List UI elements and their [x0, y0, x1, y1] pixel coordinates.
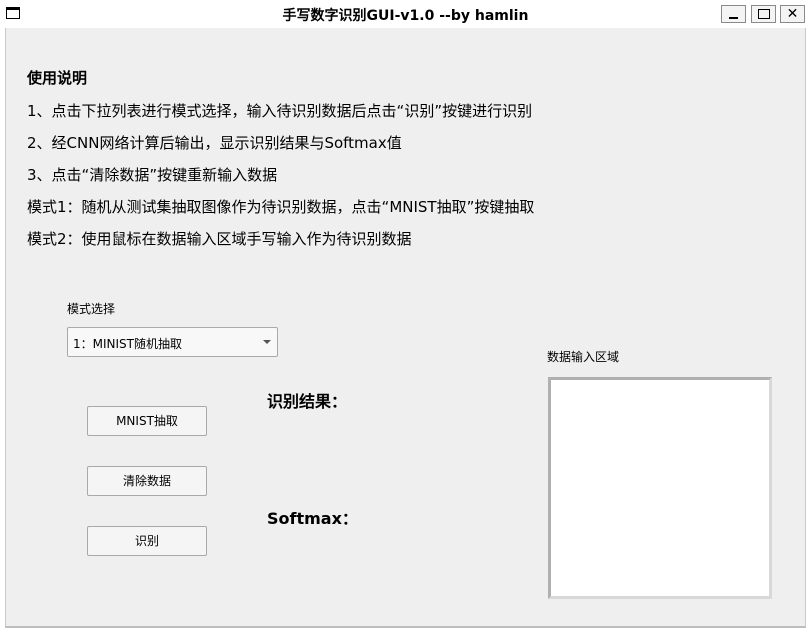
result-label: 识别结果：: [267, 392, 348, 411]
clear-data-button[interactable]: 清除数据: [87, 466, 207, 496]
mode-2-description: 模式2：使用鼠标在数据输入区域手写输入作为待识别数据: [27, 230, 412, 248]
window-title: 手写数字识别GUI-v1.0 --by hamlin: [282, 8, 529, 24]
chevron-down-icon: [263, 340, 271, 344]
recognize-button[interactable]: 识别: [87, 526, 207, 556]
minimize-button[interactable]: [721, 5, 746, 23]
mode-select-label: 模式选择: [67, 302, 116, 316]
instruction-line-1: 1、点击下拉列表进行模式选择，输入待识别数据后点击“识别”按键进行识别: [27, 102, 533, 120]
handwriting-input-canvas[interactable]: [548, 377, 772, 599]
title-bar: 手写数字识别GUI-v1.0 --by hamlin ✕: [0, 0, 811, 28]
instruction-line-2: 2、经CNN网络计算后输出，显示识别结果与Softmax值: [27, 134, 402, 152]
mode-dropdown[interactable]: 1：MINIST随机抽取: [67, 327, 278, 357]
instruction-line-3: 3、点击“清除数据”按键重新输入数据: [27, 166, 278, 184]
minimize-icon: [729, 17, 738, 19]
close-icon: ✕: [786, 6, 799, 22]
close-button[interactable]: ✕: [780, 5, 805, 23]
input-area-label: 数据输入区域: [547, 350, 620, 364]
main-panel: 使用说明 1、点击下拉列表进行模式选择，输入待识别数据后点击“识别”按键进行识别…: [5, 28, 806, 628]
mnist-extract-button[interactable]: MNIST抽取: [87, 406, 207, 436]
mode-1-description: 模式1：随机从测试集抽取图像作为待识别数据，点击“MNIST抽取”按键抽取: [27, 198, 535, 216]
instructions-heading: 使用说明: [27, 69, 88, 87]
maximize-button[interactable]: [751, 5, 776, 23]
maximize-icon: [758, 9, 770, 19]
softmax-label: Softmax：: [267, 509, 358, 528]
mode-dropdown-value: 1：MINIST随机抽取: [73, 337, 182, 351]
